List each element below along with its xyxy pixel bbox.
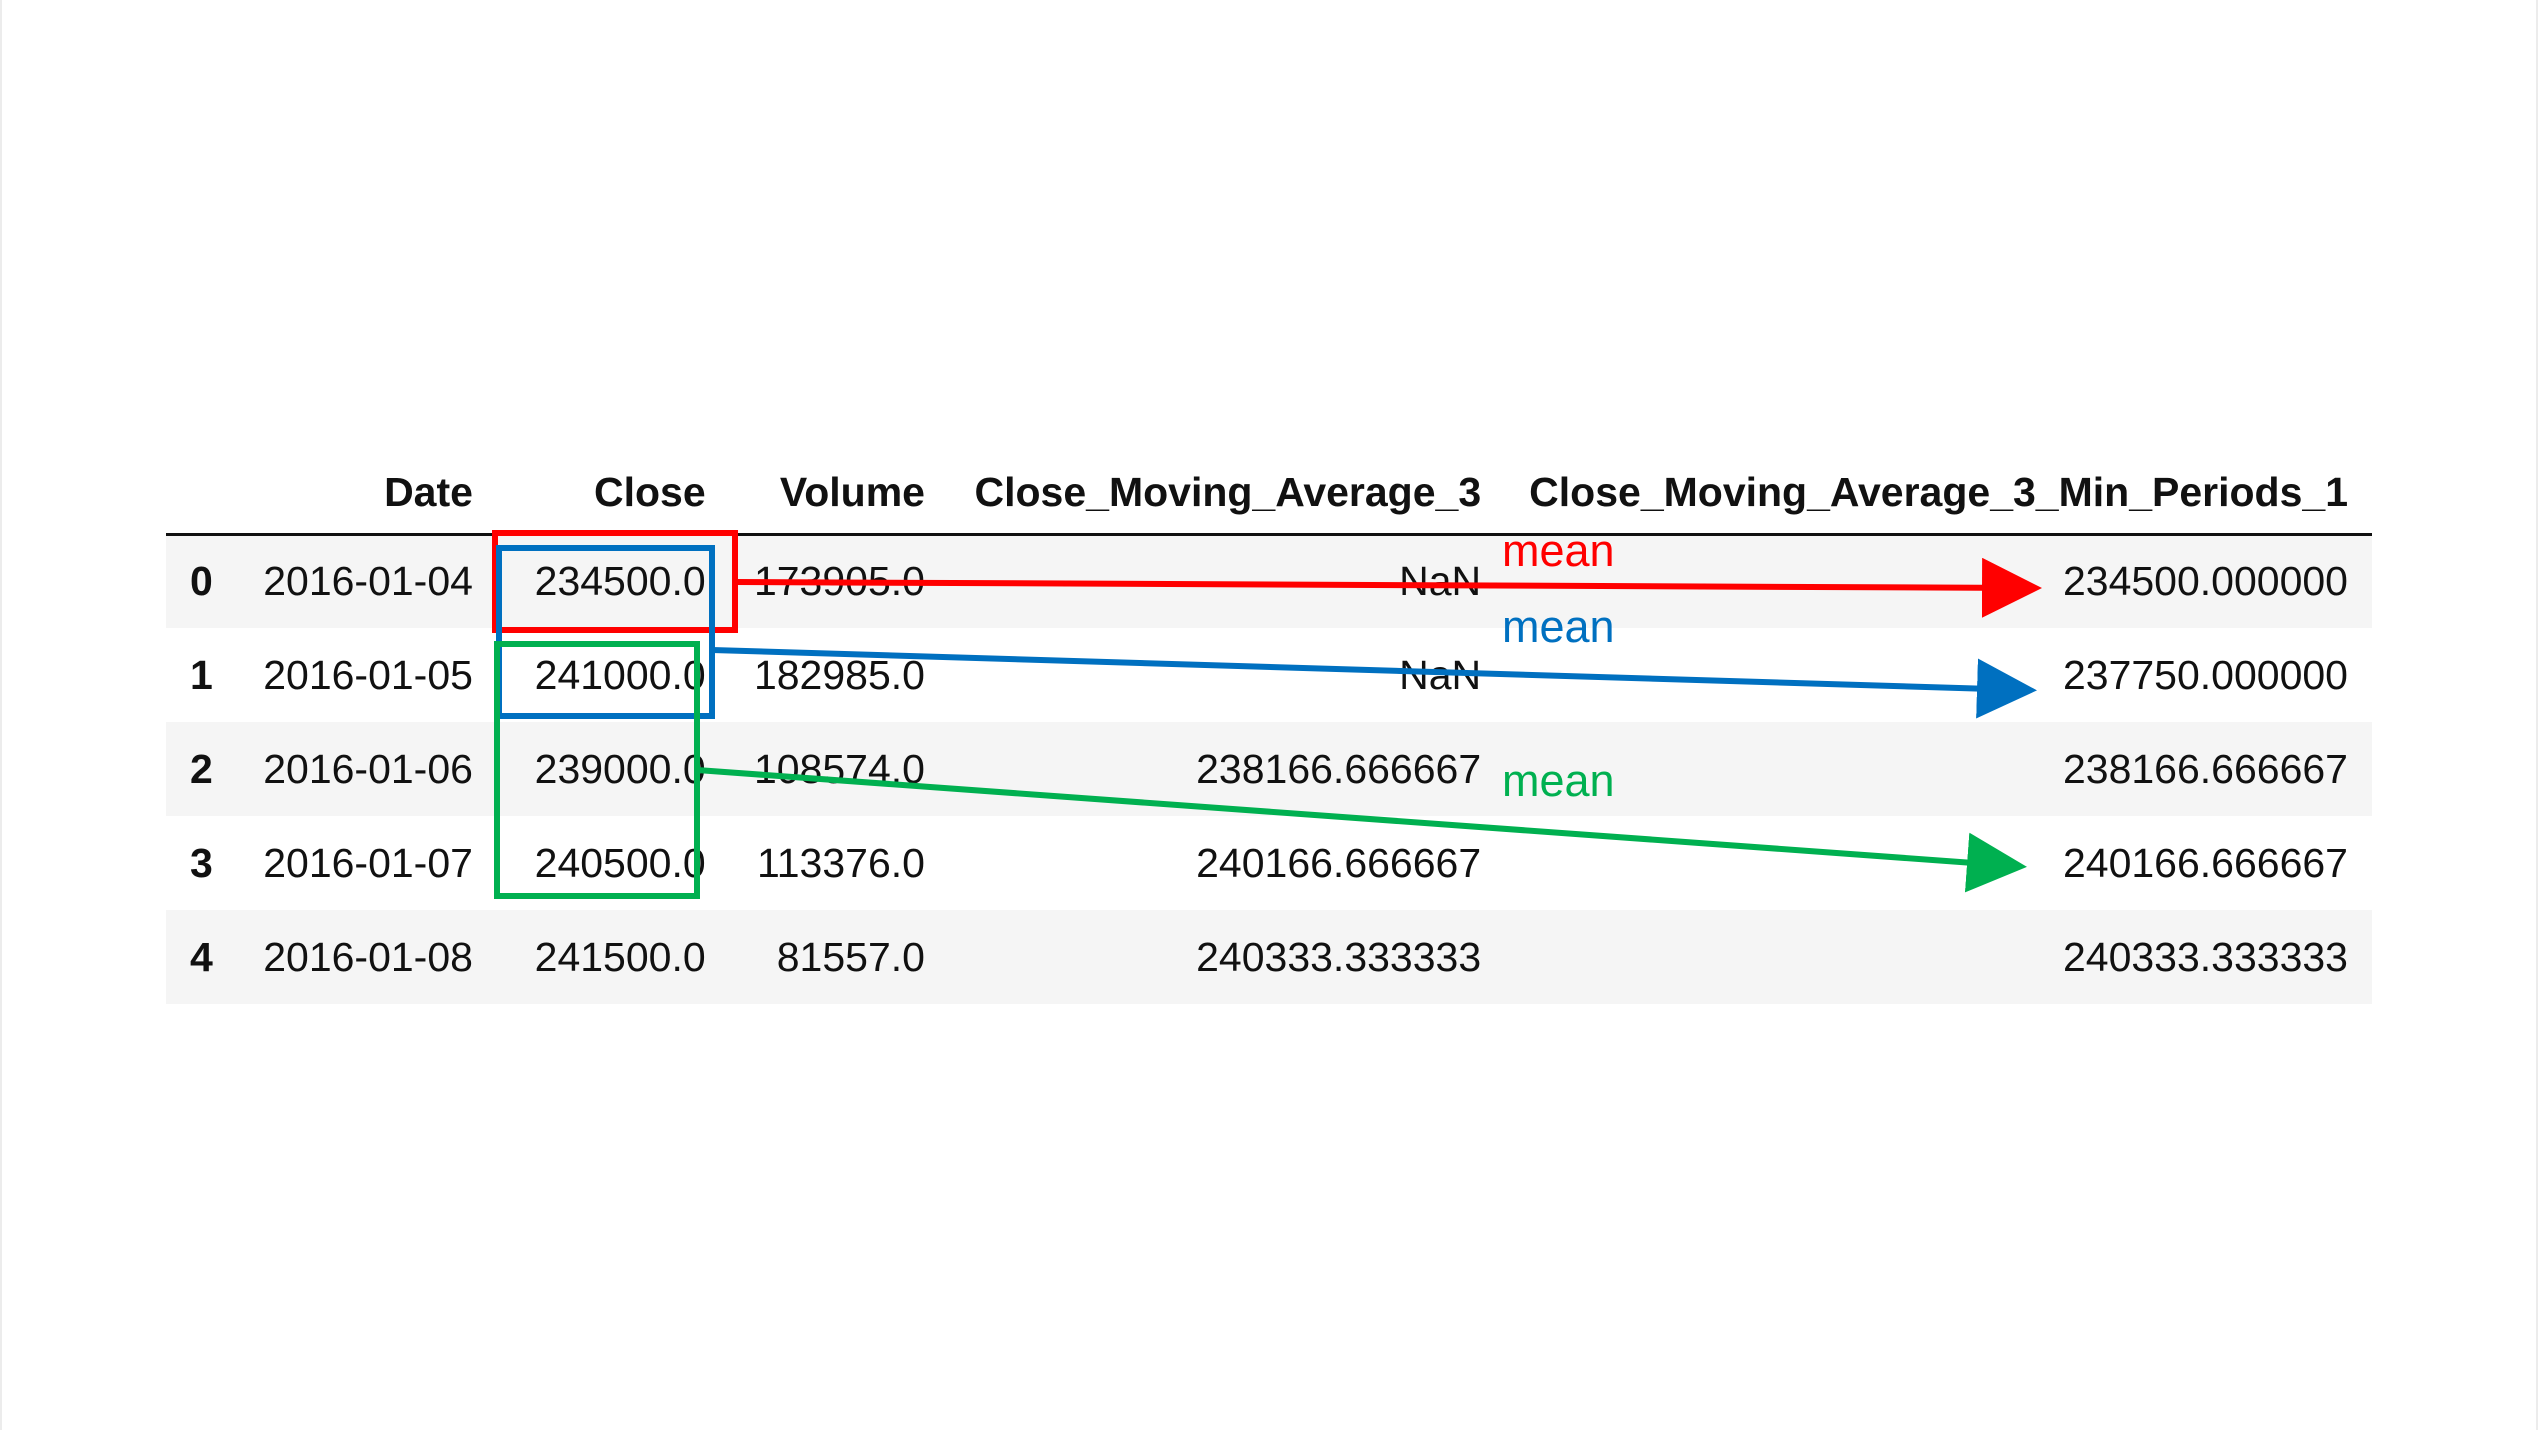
header-row: Date Close Volume Close_Moving_Average_3… <box>166 452 2372 536</box>
cell-close: 241000.0 <box>534 651 706 698</box>
cell-date: 2016-01-07 <box>263 839 473 886</box>
cell-ma3-min-periods-1: 237750.000000 <box>2062 651 2348 698</box>
cell-date: 2016-01-05 <box>263 651 473 698</box>
cell-close: 241500.0 <box>534 933 706 980</box>
cell-close: 240500.0 <box>534 839 706 886</box>
header-date: Date <box>236 452 497 536</box>
table-body: 0 2016-01-04 234500.0 173905.0 NaN 23450… <box>166 534 2372 1004</box>
cell-close: 239000.0 <box>534 745 706 792</box>
cell-date: 2016-01-06 <box>263 745 473 792</box>
cell-ma3: NaN <box>1399 558 1482 605</box>
cell-date: 2016-01-04 <box>263 558 473 605</box>
cell-ma3-min-periods-1: 240333.333333 <box>2062 933 2348 980</box>
mean-label-blue: mean <box>1502 601 1615 652</box>
cell-volume: 182985.0 <box>753 651 925 698</box>
row-index: 3 <box>190 839 213 886</box>
table-row: 3 2016-01-07 240500.0 113376.0 240166.66… <box>166 816 2372 910</box>
cell-ma3-min-periods-1: 240166.666667 <box>2062 839 2348 886</box>
table-row: 1 2016-01-05 241000.0 182985.0 NaN 23775… <box>166 628 2372 722</box>
row-index: 4 <box>190 933 213 980</box>
cell-ma3: 238166.666667 <box>1196 745 1482 792</box>
row-index: 0 <box>190 558 213 605</box>
cell-volume: 113376.0 <box>756 839 925 886</box>
header-index <box>166 452 237 536</box>
header-close: Close <box>496 452 730 536</box>
cell-volume: 81557.0 <box>776 933 925 980</box>
dataframe-table: Date Close Volume Close_Moving_Average_3… <box>166 452 2372 1004</box>
cell-ma3-min-periods-1: 234500.000000 <box>2062 558 2348 605</box>
cell-ma3: NaN <box>1399 651 1482 698</box>
table-header: Date Close Volume Close_Moving_Average_3… <box>166 452 2372 536</box>
cell-ma3-min-periods-1: 238166.666667 <box>2062 745 2348 792</box>
cell-volume: 173905.0 <box>753 558 925 605</box>
table-row: 0 2016-01-04 234500.0 173905.0 NaN 23450… <box>166 534 2372 628</box>
header-close-moving-average-3-min-periods-1: Close_Moving_Average_3_Min_Periods_1 <box>1505 452 2372 536</box>
cell-date: 2016-01-08 <box>263 933 473 980</box>
table-row: 2 2016-01-06 239000.0 108574.0 238166.66… <box>166 722 2372 816</box>
header-close-moving-average-3: Close_Moving_Average_3 <box>948 452 1506 536</box>
cell-ma3: 240333.333333 <box>1196 933 1482 980</box>
mean-label-green: mean <box>1502 755 1615 806</box>
cell-ma3: 240166.666667 <box>1196 839 1482 886</box>
cell-volume: 108574.0 <box>753 745 925 792</box>
row-index: 2 <box>190 745 213 792</box>
header-volume: Volume <box>729 452 949 536</box>
cell-close: 234500.0 <box>534 558 706 605</box>
row-index: 1 <box>190 651 213 698</box>
slide: Date Close Volume Close_Moving_Average_3… <box>0 0 2538 1430</box>
table-row: 4 2016-01-08 241500.0 81557.0 240333.333… <box>166 910 2372 1004</box>
mean-label-red: mean <box>1502 525 1615 576</box>
